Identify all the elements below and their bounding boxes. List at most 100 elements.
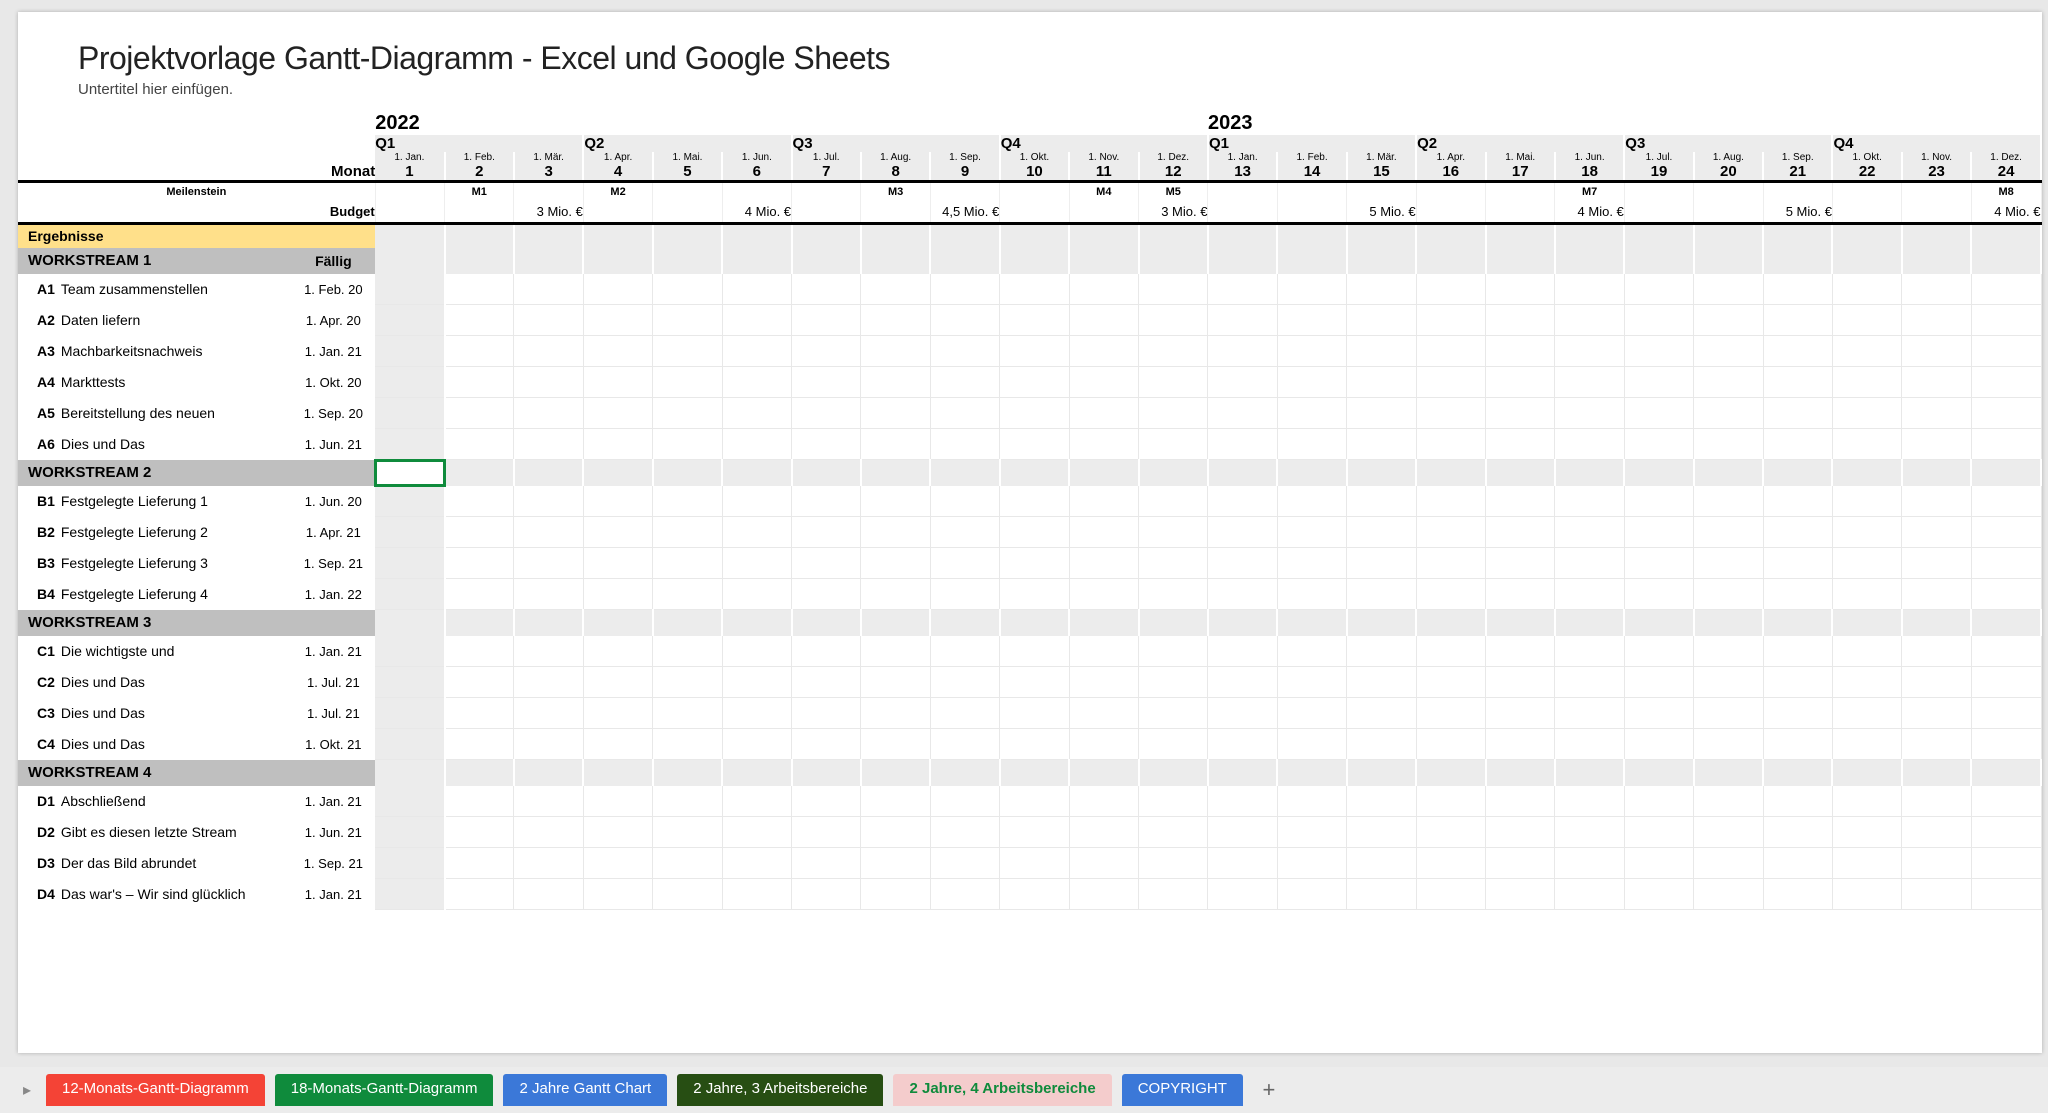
- grid-cell[interactable]: [1624, 460, 1693, 486]
- gantt-cell[interactable]: [1902, 667, 1971, 698]
- gantt-cell[interactable]: [583, 486, 652, 517]
- grid-cell[interactable]: [1000, 248, 1069, 274]
- grid-cell[interactable]: [1694, 760, 1763, 786]
- grid-cell[interactable]: [514, 760, 583, 786]
- gantt-cell[interactable]: [1139, 398, 1208, 429]
- budget-cell[interactable]: [375, 202, 444, 224]
- gantt-cell[interactable]: [1416, 274, 1485, 305]
- gantt-cell[interactable]: [1208, 667, 1277, 698]
- gantt-cell[interactable]: [1139, 636, 1208, 667]
- grid-cell[interactable]: [1832, 610, 1901, 636]
- gantt-cell[interactable]: [1208, 517, 1277, 548]
- gantt-cell[interactable]: [375, 305, 444, 336]
- gantt-cell[interactable]: [1486, 636, 1555, 667]
- gantt-cell[interactable]: [722, 879, 791, 910]
- gantt-cell[interactable]: [1555, 786, 1624, 817]
- gantt-cell[interactable]: [375, 274, 444, 305]
- gantt-cell[interactable]: [722, 429, 791, 460]
- gantt-cell[interactable]: [930, 579, 999, 610]
- gantt-cell[interactable]: [1902, 729, 1971, 760]
- gantt-cell[interactable]: [375, 667, 444, 698]
- gantt-cell[interactable]: [583, 817, 652, 848]
- gantt-cell[interactable]: [930, 729, 999, 760]
- gantt-cell[interactable]: [1000, 848, 1069, 879]
- gantt-cell[interactable]: [375, 579, 444, 610]
- gantt-cell[interactable]: [1555, 486, 1624, 517]
- grid-cell[interactable]: [1000, 610, 1069, 636]
- gantt-cell[interactable]: [1971, 336, 2041, 367]
- grid-cell[interactable]: [1347, 460, 1416, 486]
- gantt-cell[interactable]: [1971, 667, 2041, 698]
- gantt-cell[interactable]: [1902, 336, 1971, 367]
- gantt-cell[interactable]: [1069, 667, 1138, 698]
- gantt-cell[interactable]: [1277, 305, 1346, 336]
- gantt-cell[interactable]: [1208, 548, 1277, 579]
- gantt-cell[interactable]: [861, 336, 930, 367]
- grid-cell[interactable]: [722, 760, 791, 786]
- gantt-cell[interactable]: [861, 305, 930, 336]
- grid-cell[interactable]: [1347, 610, 1416, 636]
- gantt-cell[interactable]: [653, 486, 722, 517]
- gantt-cell[interactable]: [1832, 817, 1901, 848]
- gantt-cell[interactable]: [792, 486, 861, 517]
- gantt-cell[interactable]: [514, 548, 583, 579]
- gantt-cell[interactable]: [1416, 667, 1485, 698]
- gantt-cell[interactable]: [1139, 274, 1208, 305]
- gantt-cell[interactable]: [722, 667, 791, 698]
- sheet-tab[interactable]: COPYRIGHT: [1122, 1074, 1243, 1106]
- gantt-cell[interactable]: [1971, 305, 2041, 336]
- gantt-cell[interactable]: [1139, 667, 1208, 698]
- gantt-cell[interactable]: [861, 667, 930, 698]
- gantt-cell[interactable]: [1139, 729, 1208, 760]
- gantt-cell[interactable]: [375, 786, 444, 817]
- gantt-cell[interactable]: [1763, 879, 1832, 910]
- gantt-cell[interactable]: [1902, 579, 1971, 610]
- gantt-cell[interactable]: [1139, 517, 1208, 548]
- gantt-cell[interactable]: [1416, 698, 1485, 729]
- gantt-cell[interactable]: [1069, 848, 1138, 879]
- gantt-cell[interactable]: [1624, 848, 1693, 879]
- gantt-cell[interactable]: [1277, 817, 1346, 848]
- gantt-cell[interactable]: [1277, 517, 1346, 548]
- gantt-cell[interactable]: [1832, 698, 1901, 729]
- budget-cell[interactable]: 4 Mio. €: [722, 202, 791, 224]
- add-sheet-button[interactable]: +: [1253, 1074, 1285, 1106]
- gantt-cell[interactable]: [1624, 786, 1693, 817]
- gantt-cell[interactable]: [653, 848, 722, 879]
- gantt-cell[interactable]: [583, 786, 652, 817]
- grid-cell[interactable]: [1555, 610, 1624, 636]
- gantt-cell[interactable]: [1416, 786, 1485, 817]
- gantt-cell[interactable]: [861, 486, 930, 517]
- grid-cell[interactable]: [792, 248, 861, 274]
- gantt-cell[interactable]: [1624, 636, 1693, 667]
- gantt-cell[interactable]: [930, 305, 999, 336]
- gantt-cell[interactable]: [1208, 817, 1277, 848]
- gantt-cell[interactable]: [1971, 398, 2041, 429]
- gantt-cell[interactable]: [1347, 305, 1416, 336]
- gantt-cell[interactable]: [722, 698, 791, 729]
- gantt-cell[interactable]: [1416, 517, 1485, 548]
- gantt-cell[interactable]: [583, 579, 652, 610]
- grid-cell[interactable]: [722, 460, 791, 486]
- grid-cell[interactable]: [1069, 248, 1138, 274]
- gantt-cell[interactable]: [1763, 367, 1832, 398]
- gantt-cell[interactable]: [792, 729, 861, 760]
- tab-nav-prev-icon[interactable]: ▸: [18, 1081, 36, 1099]
- gantt-cell[interactable]: [1555, 729, 1624, 760]
- gantt-cell[interactable]: [1971, 636, 2041, 667]
- gantt-cell[interactable]: [445, 336, 514, 367]
- gantt-cell[interactable]: [1971, 817, 2041, 848]
- gantt-cell[interactable]: [930, 879, 999, 910]
- gantt-cell[interactable]: [792, 336, 861, 367]
- gantt-cell[interactable]: [445, 667, 514, 698]
- gantt-cell[interactable]: [1624, 429, 1693, 460]
- gantt-cell[interactable]: [1971, 486, 2041, 517]
- gantt-cell[interactable]: [1763, 636, 1832, 667]
- gantt-cell[interactable]: [792, 517, 861, 548]
- gantt-cell[interactable]: [930, 367, 999, 398]
- gantt-cell[interactable]: [1624, 305, 1693, 336]
- milestone-cell[interactable]: [1832, 182, 1901, 202]
- gantt-cell[interactable]: [1624, 667, 1693, 698]
- gantt-cell[interactable]: [1277, 636, 1346, 667]
- gantt-cell[interactable]: [722, 274, 791, 305]
